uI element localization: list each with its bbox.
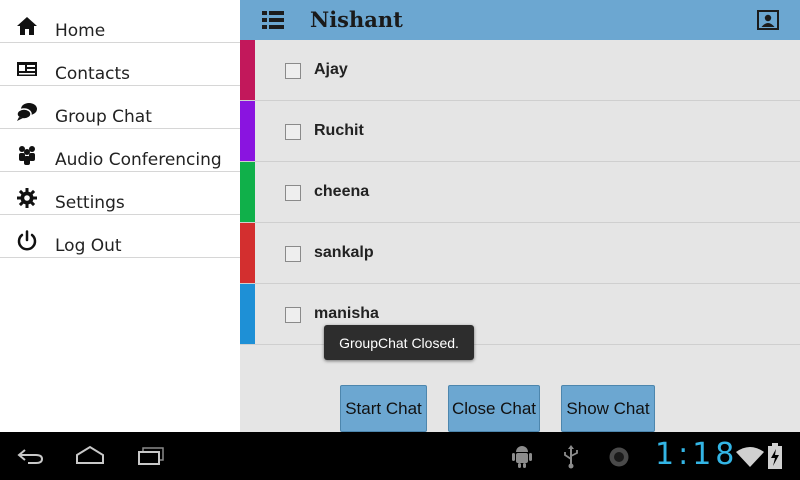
status-clock: 1:18	[655, 437, 739, 472]
close-chat-button[interactable]: Close Chat	[448, 385, 540, 432]
show-chat-button[interactable]: Show Chat	[561, 385, 655, 432]
main-panel: Nishant Ajay Ruchit cheena sankalp manis…	[240, 0, 800, 432]
contact-checkbox[interactable]	[285, 63, 301, 79]
contact-name: Ruchit	[314, 122, 364, 139]
drawer-item-log-out[interactable]: Log Out	[0, 215, 240, 258]
home-icon	[17, 17, 37, 35]
contact-name: cheena	[314, 183, 370, 200]
list-item[interactable]: cheena	[240, 162, 800, 223]
page-title: Nishant	[310, 7, 403, 32]
wifi-icon	[736, 447, 764, 467]
contact-checkbox[interactable]	[285, 124, 301, 140]
action-bar: Nishant	[240, 0, 800, 40]
gear-icon	[17, 188, 37, 208]
drawer-item-contacts[interactable]: Contacts	[0, 43, 240, 86]
list-item[interactable]: Ajay	[240, 40, 800, 101]
drawer-item-label: Contacts	[55, 64, 130, 84]
usb-icon	[564, 445, 578, 469]
drawer-item-group-chat[interactable]: Group Chat	[0, 86, 240, 129]
contact-checkbox[interactable]	[285, 185, 301, 201]
android-debug-icon	[512, 446, 532, 468]
contact-name: Ajay	[314, 61, 348, 78]
list-item[interactable]: sankalp	[240, 223, 800, 284]
navigation-drawer: Home Contacts Group Chat Audio Conferenc…	[0, 0, 240, 432]
color-stripe	[240, 284, 255, 344]
power-icon	[17, 230, 37, 251]
notification-dot-icon	[609, 447, 629, 467]
drawer-item-label: Settings	[55, 193, 125, 213]
back-icon[interactable]	[16, 447, 44, 465]
start-chat-button[interactable]: Start Chat	[340, 385, 427, 432]
contact-checkbox[interactable]	[285, 246, 301, 262]
contacts-icon	[17, 62, 37, 76]
list-item[interactable]: Ruchit	[240, 101, 800, 162]
contact-name: sankalp	[314, 244, 374, 261]
color-stripe	[240, 162, 255, 222]
drawer-item-settings[interactable]: Settings	[0, 172, 240, 215]
drawer-item-label: Audio Conferencing	[55, 150, 222, 170]
list-menu-icon[interactable]	[262, 10, 284, 30]
profile-card-icon[interactable]	[757, 10, 779, 30]
color-stripe	[240, 101, 255, 161]
battery-charging-icon	[768, 443, 782, 469]
drawer-item-label: Group Chat	[55, 107, 152, 127]
color-stripe	[240, 223, 255, 283]
drawer-item-label: Log Out	[55, 236, 122, 256]
contact-name: manisha	[314, 305, 379, 322]
color-stripe	[240, 40, 255, 100]
toast-message: GroupChat Closed.	[324, 325, 474, 360]
drawer-item-audio-conferencing[interactable]: Audio Conferencing	[0, 129, 240, 172]
drawer-item-home[interactable]: Home	[0, 0, 240, 43]
chat-bubbles-icon	[16, 103, 37, 121]
recent-apps-icon[interactable]	[137, 447, 165, 465]
home-nav-icon[interactable]	[75, 445, 105, 465]
people-icon	[19, 146, 35, 165]
drawer-item-label: Home	[55, 21, 106, 41]
contact-checkbox[interactable]	[285, 307, 301, 323]
